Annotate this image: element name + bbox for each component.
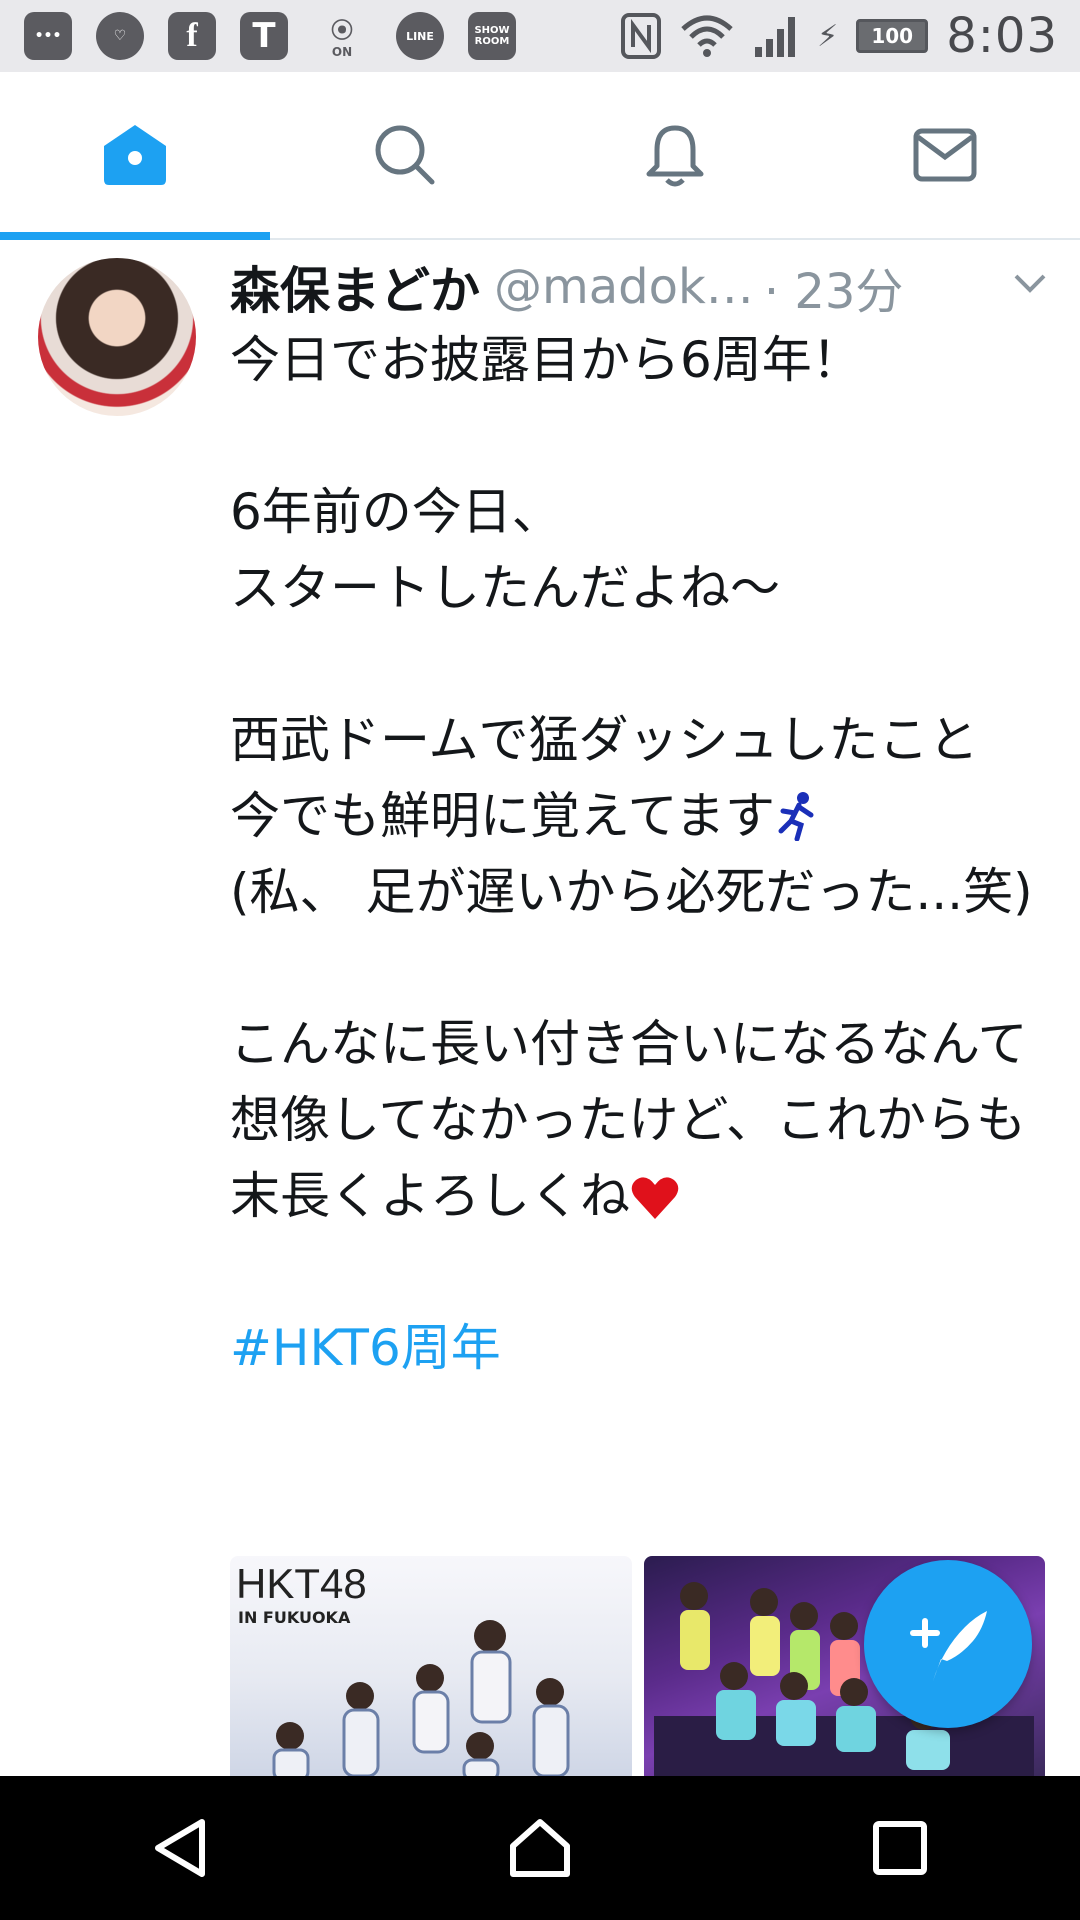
tweet-header: 森保まどか @madok… · 23分 bbox=[230, 252, 1050, 322]
display-name[interactable]: 森保まどか bbox=[230, 251, 480, 323]
messages-icon bbox=[913, 128, 977, 182]
home-icon bbox=[104, 125, 166, 185]
more-icon: ••• bbox=[24, 12, 72, 60]
tab-messages[interactable] bbox=[810, 72, 1080, 238]
recents-button[interactable] bbox=[840, 1788, 960, 1908]
tweet-line: 西武ドームで猛ダッシュしたこと bbox=[230, 711, 979, 769]
heart-app-icon: ♡ bbox=[96, 12, 144, 60]
signal-icon bbox=[755, 17, 796, 57]
tweet-line: こんなに長い付き合いになるなんて想像してなかったけど、これからも末長くよろしくね bbox=[230, 1015, 1028, 1225]
battery-indicator: 100 bbox=[856, 19, 929, 53]
search-icon bbox=[375, 125, 435, 185]
showroom-icon: SHOW ROOM bbox=[468, 12, 516, 60]
status-bar: ••• ♡ f T ⦿ ON LINE SHOW ROOM ⚡ 100 8:03 bbox=[0, 0, 1080, 72]
voice-on-icon: ⦿ ON bbox=[330, 19, 353, 59]
compose-tweet-icon bbox=[910, 1611, 987, 1681]
runner-emoji-icon bbox=[778, 792, 814, 841]
recents-icon bbox=[873, 1821, 927, 1875]
avatar[interactable] bbox=[38, 258, 196, 416]
tweet-photo-1[interactable]: HKT48 IN FUKUOKA bbox=[230, 1556, 632, 1776]
user-handle[interactable]: @madok… bbox=[494, 259, 754, 315]
facebook-icon: f bbox=[168, 12, 216, 60]
compose-tweet-button[interactable] bbox=[864, 1560, 1032, 1728]
back-icon bbox=[155, 1819, 205, 1877]
nfc-icon bbox=[621, 13, 662, 59]
back-button[interactable] bbox=[120, 1788, 240, 1908]
line-icon: LINE bbox=[396, 12, 444, 60]
tweet-line: スタートしたんだよね〜 bbox=[230, 559, 780, 617]
tweet-time: · 23分 bbox=[763, 264, 904, 320]
photo-logo-text: HKT48 bbox=[236, 1560, 367, 1607]
hashtag-link[interactable]: #HKT6周年 bbox=[230, 1310, 1050, 1386]
tab-notifications[interactable] bbox=[540, 72, 810, 238]
home-button[interactable] bbox=[480, 1788, 600, 1908]
tab-home[interactable] bbox=[0, 72, 270, 240]
chevron-down-icon[interactable] bbox=[1010, 262, 1050, 302]
tweet-line: 今日でお披露目から6周年！ bbox=[230, 331, 862, 389]
tweet-line: 6年前の今日、 bbox=[230, 483, 562, 541]
home-icon bbox=[510, 1819, 570, 1877]
notifications-icon bbox=[646, 125, 704, 187]
tweet-line: 今でも鮮明に覚えてます bbox=[230, 778, 1050, 854]
group-photo-figures bbox=[272, 1620, 570, 1776]
t-app-icon: T bbox=[240, 12, 288, 60]
tab-search[interactable] bbox=[270, 72, 540, 238]
top-navigation bbox=[0, 72, 1080, 240]
tweet-line: (私、 足が遅いから必死だった...笑) bbox=[230, 863, 1033, 921]
charging-icon: ⚡ bbox=[817, 18, 839, 54]
wifi-icon bbox=[681, 15, 733, 57]
status-time: 8:03 bbox=[946, 8, 1058, 64]
system-navigation-bar bbox=[0, 1776, 1080, 1920]
tweet-text: 今日でお披露目から6周年！ 6年前の今日、 スタートしたんだよね〜 西武ドームで… bbox=[230, 322, 1050, 1386]
heart-emoji-icon bbox=[631, 1177, 679, 1219]
